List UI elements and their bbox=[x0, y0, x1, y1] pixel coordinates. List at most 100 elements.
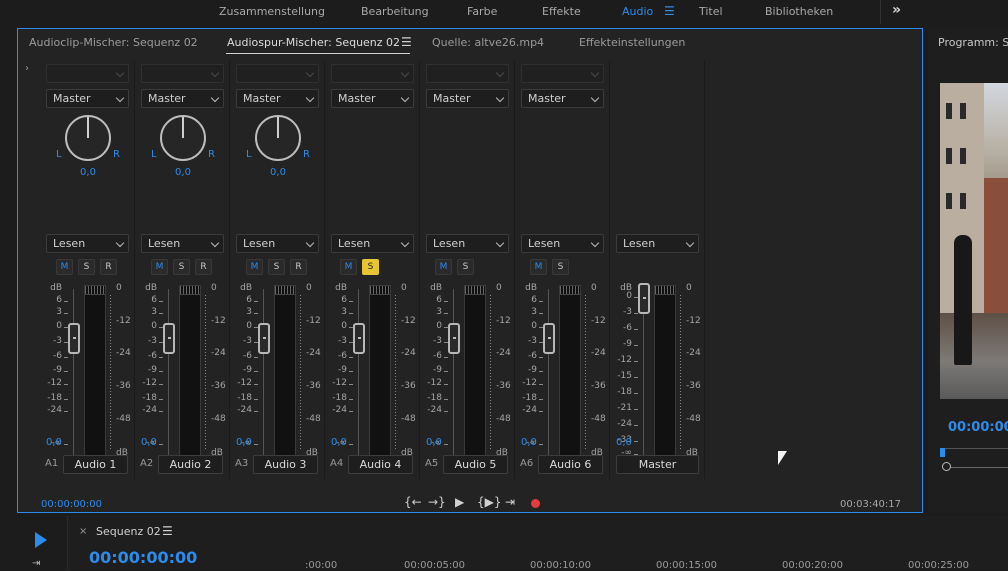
pan-value[interactable]: 0,0 bbox=[70, 167, 106, 178]
solo-button[interactable]: S bbox=[173, 259, 190, 275]
overflow-chevron-icon[interactable]: » bbox=[892, 2, 901, 18]
pan-value[interactable]: 0,0 bbox=[165, 167, 201, 178]
sequence-menu-icon[interactable]: ☰ bbox=[162, 524, 173, 538]
output-dropdown[interactable]: Master bbox=[141, 89, 224, 108]
sequence-timecode[interactable]: 00:00:00:00 bbox=[89, 548, 197, 567]
volume-value[interactable]: 0,0 bbox=[521, 437, 537, 448]
volume-value[interactable]: 0,0 bbox=[141, 437, 157, 448]
volume-value[interactable]: 0,0 bbox=[46, 437, 62, 448]
workspace-tab-bibliotheken[interactable]: Bibliotheken bbox=[765, 5, 833, 18]
volume-fader[interactable]: dB 6 3 0 -3 -6 -9 -12 -18 -24 -∞ 0 -12 -24 -36 -48 dB bbox=[521, 283, 607, 463]
volume-fader[interactable]: dB 6 3 0 -3 -6 -9 -12 -18 -24 -∞ 0 -12 -24 -36 -48 dB bbox=[46, 283, 132, 463]
track-select-tool-icon[interactable]: ⇥ bbox=[32, 558, 40, 569]
track-name[interactable]: Master bbox=[616, 455, 699, 474]
workspace-tab-effekte[interactable]: Effekte bbox=[542, 5, 581, 18]
mute-button[interactable]: M bbox=[56, 259, 73, 275]
tab-effect-controls[interactable]: Effekteinstellungen bbox=[579, 36, 685, 49]
output-dropdown[interactable]: Master bbox=[46, 89, 129, 108]
play-in-to-out-button[interactable]: {▶} bbox=[477, 495, 502, 509]
fader-handle[interactable] bbox=[258, 323, 270, 354]
go-to-in-button[interactable]: {← bbox=[404, 495, 422, 509]
volume-fader[interactable]: dB 6 3 0 -3 -6 -9 -12 -18 -24 -∞ 0 -12 -24 -36 -48 dB bbox=[236, 283, 322, 463]
fader-handle[interactable] bbox=[353, 323, 365, 354]
track-name[interactable]: Audio 5 bbox=[443, 455, 508, 474]
sequence-tab[interactable]: Sequenz 02 bbox=[96, 525, 161, 538]
solo-button[interactable]: S bbox=[457, 259, 474, 275]
automation-mode-dropdown[interactable]: Lesen bbox=[521, 234, 604, 253]
mute-button[interactable]: M bbox=[435, 259, 452, 275]
output-dropdown[interactable]: Master bbox=[521, 89, 604, 108]
track-name[interactable]: Audio 6 bbox=[538, 455, 603, 474]
tab-source[interactable]: Quelle: altve26.mp4 bbox=[432, 36, 544, 49]
mute-button[interactable]: M bbox=[530, 259, 547, 275]
solo-button[interactable]: S bbox=[552, 259, 569, 275]
automation-mode-dropdown[interactable]: Lesen bbox=[141, 234, 224, 253]
track-name[interactable]: Audio 3 bbox=[253, 455, 318, 474]
program-monitor-title[interactable]: Programm: Se bbox=[938, 36, 1008, 49]
track-name[interactable]: Audio 2 bbox=[158, 455, 223, 474]
program-playhead[interactable] bbox=[940, 448, 945, 457]
automation-mode-dropdown[interactable]: Lesen bbox=[426, 234, 509, 253]
volume-value[interactable]: 0,0 bbox=[426, 437, 442, 448]
pan-knob[interactable] bbox=[160, 115, 206, 161]
effect-slot-dropdown[interactable] bbox=[236, 64, 319, 83]
volume-fader[interactable]: dB 6 3 0 -3 -6 -9 -12 -18 -24 -∞ 0 -12 -24 -36 -48 dB bbox=[331, 283, 417, 463]
peak-indicator[interactable] bbox=[560, 286, 580, 295]
effect-slot-dropdown[interactable] bbox=[141, 64, 224, 83]
record-button[interactable] bbox=[531, 499, 540, 508]
peak-indicator[interactable] bbox=[85, 286, 105, 295]
workspace-tab-zusammenstellung[interactable]: Zusammenstellung bbox=[219, 5, 325, 18]
pan-knob[interactable] bbox=[65, 115, 111, 161]
zoom-scrollbar[interactable] bbox=[942, 467, 1008, 468]
play-button[interactable]: ▶ bbox=[455, 495, 464, 509]
volume-value[interactable]: 0,0 bbox=[616, 437, 632, 448]
track-name[interactable]: Audio 1 bbox=[63, 455, 128, 474]
selection-tool-icon[interactable] bbox=[35, 532, 47, 548]
automation-mode-dropdown[interactable]: Lesen bbox=[616, 234, 699, 253]
automation-mode-dropdown[interactable]: Lesen bbox=[331, 234, 414, 253]
fader-handle[interactable] bbox=[163, 323, 175, 354]
tab-audio-track-mixer[interactable]: Audiospur-Mischer: Sequenz 02 bbox=[227, 36, 400, 49]
peak-indicator[interactable] bbox=[275, 286, 295, 295]
record-enable-button[interactable]: R bbox=[290, 259, 307, 275]
effect-slot-dropdown[interactable] bbox=[521, 64, 604, 83]
volume-value[interactable]: 0,0 bbox=[236, 437, 252, 448]
mute-button[interactable]: M bbox=[151, 259, 168, 275]
program-timeline-bar[interactable] bbox=[940, 448, 1008, 449]
tab-audioclip-mixer[interactable]: Audioclip-Mischer: Sequenz 02 bbox=[29, 36, 198, 49]
workspace-tab-titel[interactable]: Titel bbox=[699, 5, 723, 18]
close-sequence-icon[interactable]: × bbox=[79, 526, 87, 537]
output-dropdown[interactable]: Master bbox=[426, 89, 509, 108]
effect-slot-dropdown[interactable] bbox=[426, 64, 509, 83]
volume-value[interactable]: 0,0 bbox=[331, 437, 347, 448]
record-enable-button[interactable]: R bbox=[100, 259, 117, 275]
expand-effects-icon[interactable]: › bbox=[25, 63, 29, 74]
workspace-tab-bearbeitung[interactable]: Bearbeitung bbox=[361, 5, 429, 18]
loop-button[interactable]: ⇥ bbox=[505, 495, 515, 509]
workspace-menu-icon[interactable]: ☰ bbox=[664, 4, 675, 18]
automation-mode-dropdown[interactable]: Lesen bbox=[236, 234, 319, 253]
mute-button[interactable]: M bbox=[246, 259, 263, 275]
go-to-out-button[interactable]: →} bbox=[428, 495, 446, 509]
volume-fader[interactable]: dB 0 -3 -6 -9 -12 -15 -18 -21 -24 -33 -∞ 0 -12 -24 -36-… bbox=[616, 283, 702, 463]
fader-handle[interactable] bbox=[68, 323, 80, 354]
solo-button[interactable]: S bbox=[268, 259, 285, 275]
effect-slot-dropdown[interactable] bbox=[46, 64, 129, 83]
automation-mode-dropdown[interactable]: Lesen bbox=[46, 234, 129, 253]
volume-fader[interactable]: dB 6 3 0 -3 -6 -9 -12 -18 -24 -∞ 0 -12 -24 -36 -48 dB bbox=[426, 283, 512, 463]
solo-button[interactable]: S bbox=[78, 259, 95, 275]
pan-knob[interactable] bbox=[255, 115, 301, 161]
peak-indicator[interactable] bbox=[180, 286, 200, 295]
output-dropdown[interactable]: Master bbox=[331, 89, 414, 108]
pan-value[interactable]: 0,0 bbox=[260, 167, 296, 178]
zoom-handle[interactable] bbox=[942, 462, 951, 471]
program-timecode[interactable]: 00:00:00 bbox=[948, 420, 1008, 435]
fader-handle[interactable] bbox=[448, 323, 460, 354]
fader-handle[interactable] bbox=[543, 323, 555, 354]
panel-menu-icon[interactable]: ☰ bbox=[401, 35, 412, 49]
peak-indicator[interactable] bbox=[655, 286, 675, 295]
solo-button[interactable]: S bbox=[362, 259, 379, 275]
track-name[interactable]: Audio 4 bbox=[348, 455, 413, 474]
volume-fader[interactable]: dB 6 3 0 -3 -6 -9 -12 -18 -24 -∞ 0 -12 -24 -36 -48 dB bbox=[141, 283, 227, 463]
peak-indicator[interactable] bbox=[370, 286, 390, 295]
